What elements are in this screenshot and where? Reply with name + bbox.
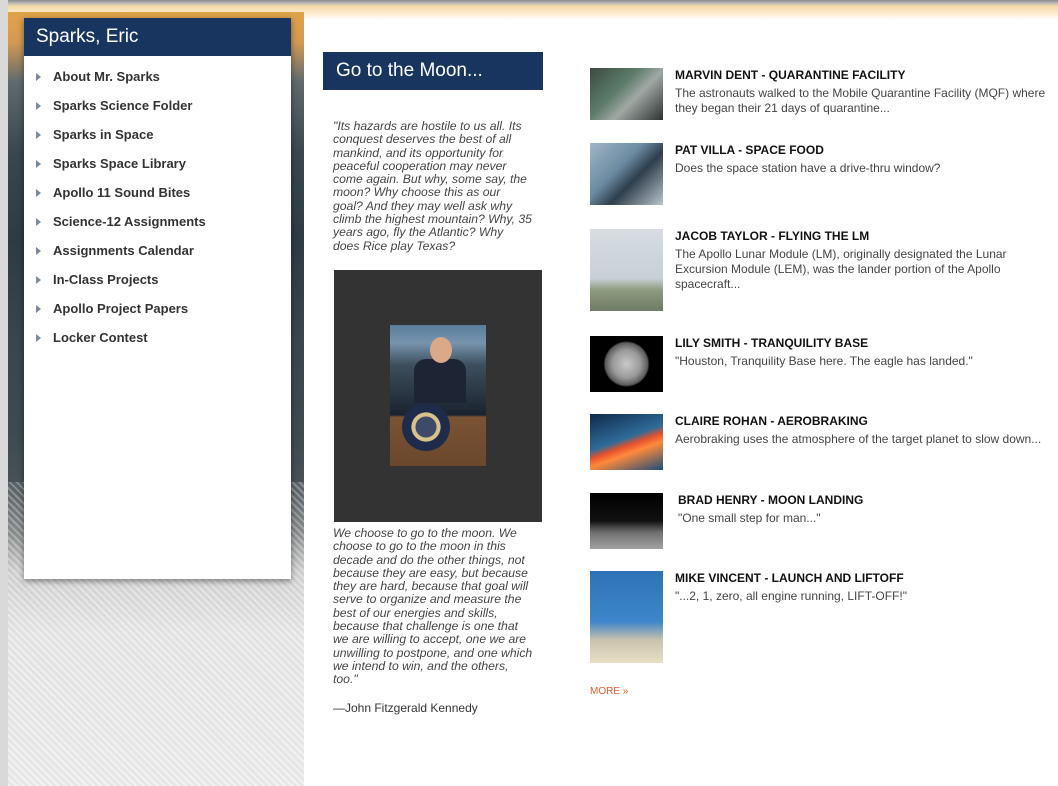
page: Sparks, Eric About Mr. Sparks Sparks Sci… [8,0,1058,786]
lunar-module-thumbnail[interactable] [590,229,663,311]
sidebar-item-sparks-in-space[interactable]: Sparks in Space [24,120,291,149]
sidebar-item-sound-bites[interactable]: Apollo 11 Sound Bites [24,178,291,207]
sidebar-item-about[interactable]: About Mr. Sparks [24,62,291,91]
sidebar-nav: About Mr. Sparks Sparks Science Folder S… [24,62,291,352]
article-title[interactable]: MIKE VINCENT - LAUNCH AND LIFTOFF [675,571,1050,585]
arrow-right-icon [36,275,41,284]
sidebar-item-project-papers[interactable]: Apollo Project Papers [24,294,291,323]
kennedy-photo [390,324,486,466]
arrow-right-icon [36,304,41,313]
article-title[interactable]: PAT VILLA - SPACE FOOD [675,143,1050,157]
moon-thumbnail[interactable] [590,336,663,392]
sidebar-item-label: Sparks in Space [53,127,154,142]
sidebar-item-calendar[interactable]: Assignments Calendar [24,236,291,265]
sidebar-title: Sparks, Eric [24,18,291,56]
sidebar-item-label: Apollo 11 Sound Bites [53,185,191,200]
quarantine-thumbnail[interactable] [590,68,663,120]
article-desc: Does the space station have a drive-thru… [675,161,941,175]
arrow-right-icon [36,101,41,110]
sidebar-item-label: Locker Contest [53,330,148,345]
photo-frame [334,269,542,522]
quote-top: "Its hazards are hostile to us all. Its … [333,119,532,253]
sidebar-item-space-library[interactable]: Sparks Space Library [24,149,291,178]
sidebar-item-label: Science-12 Assignments [53,214,206,229]
article-desc: "Houston, Tranquility Base here. The eag… [675,354,973,368]
launch-thumbnail[interactable] [590,571,663,663]
main-column: Go to the Moon... "Its hazards are hosti… [323,52,543,715]
article-desc: The astronauts walked to the Mobile Quar… [675,86,1046,115]
article-title[interactable]: BRAD HENRY - MOON LANDING [678,493,1053,507]
article-title[interactable]: CLAIRE ROHAN - AEROBRAKING [675,414,1050,428]
quote-attribution: —John Fitzgerald Kennedy [333,700,478,715]
arrow-right-icon [36,217,41,226]
sidebar-item-in-class-projects[interactable]: In-Class Projects [24,265,291,294]
arrow-right-icon [36,188,41,197]
more-link[interactable]: MORE » [590,686,628,697]
article-desc: "...2, 1, zero, all engine running, LIFT… [675,589,907,603]
moon-landing-thumbnail[interactable] [590,493,663,549]
sidebar-item-label: Apollo Project Papers [53,301,189,316]
sidebar-item-label: About Mr. Sparks [53,69,160,84]
sidebar-item-locker-contest[interactable]: Locker Contest [24,323,291,352]
space-food-thumbnail[interactable] [590,143,663,205]
article-title[interactable]: MARVIN DENT - QUARANTINE FACILITY [675,68,1050,82]
article-desc: Aerobraking uses the atmosphere of the t… [675,432,1042,446]
sidebar-item-label: Sparks Space Library [53,156,186,171]
quote-bottom: We choose to go to the moon. We choose t… [333,525,533,687]
sidebar: Sparks, Eric About Mr. Sparks Sparks Sci… [24,18,291,579]
presidential-seal-icon [402,402,450,451]
article-title[interactable]: JACOB TAYLOR - FLYING THE LM [675,229,1050,243]
arrow-right-icon [36,159,41,168]
sidebar-item-science-folder[interactable]: Sparks Science Folder [24,91,291,120]
sidebar-item-label: Sparks Science Folder [53,98,193,113]
arrow-right-icon [36,333,41,342]
main-title: Go to the Moon... [323,52,543,90]
arrow-right-icon [36,72,41,81]
arrow-right-icon [36,130,41,139]
sidebar-item-label: In-Class Projects [53,272,159,287]
article-title[interactable]: LILY SMITH - TRANQUILITY BASE [675,336,1050,350]
article-desc: The Apollo Lunar Module (LM), originally… [675,247,1007,291]
aerobraking-thumbnail[interactable] [590,414,663,470]
sidebar-item-science-12[interactable]: Science-12 Assignments [24,207,291,236]
sidebar-item-label: Assignments Calendar [53,243,194,258]
article-desc: "One small step for man..." [678,511,821,525]
arrow-right-icon [36,246,41,255]
